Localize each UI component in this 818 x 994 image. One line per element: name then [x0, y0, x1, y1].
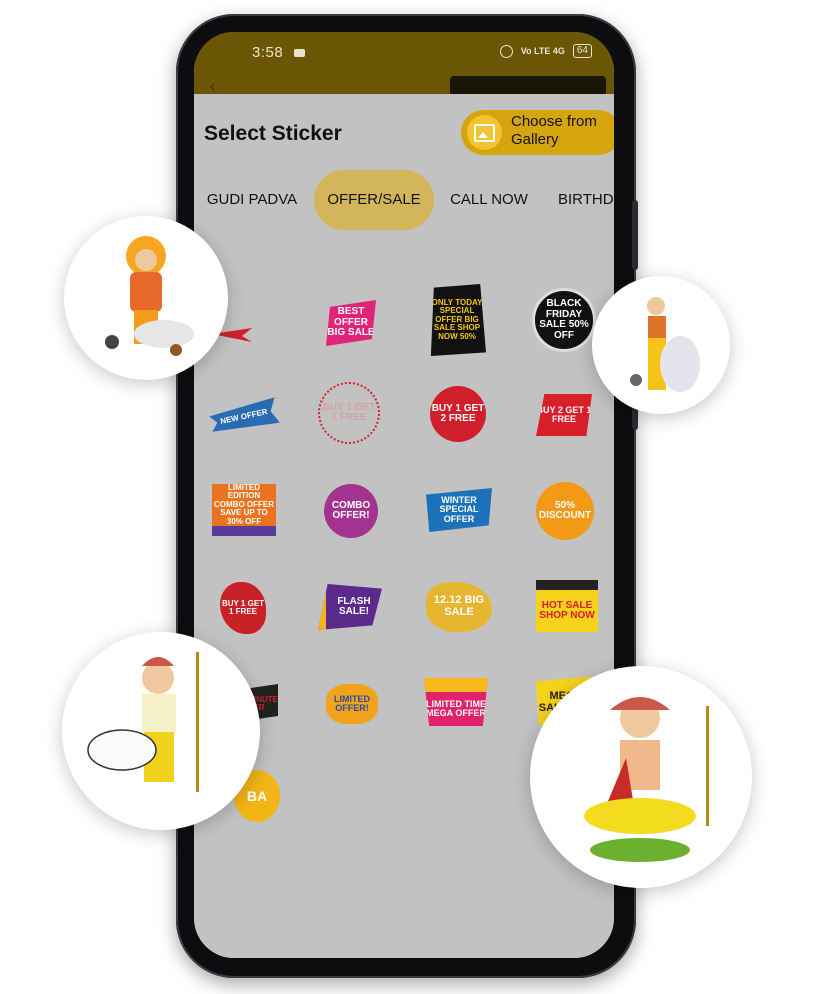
deity-illustration-bubble [62, 632, 260, 830]
choose-from-gallery-button[interactable]: Choose from Gallery [461, 110, 614, 155]
sticker-item[interactable]: 50% DISCOUNT [536, 482, 594, 540]
sticker-item[interactable]: 12.12 BIG SALE [426, 582, 492, 632]
sticker-item[interactable]: LIMITED OFFER! [326, 684, 378, 724]
tab-call-now[interactable]: CALL NOW [448, 170, 530, 230]
sticker-item[interactable]: HOT SALE SHOP NOW [536, 580, 598, 632]
status-bar: 3:58 Vo LTE 4G 64 [194, 32, 614, 76]
tab-gudi-padva[interactable]: GUDI PADVA [204, 170, 300, 230]
video-camera-icon [294, 49, 305, 57]
deity-illustration-bubble [530, 666, 752, 888]
sticker-item[interactable]: BUY 1 GET 2 FREE [430, 386, 486, 442]
gallery-button-label: Choose from Gallery [511, 113, 597, 148]
sheet-title: Select Sticker [204, 122, 342, 145]
tab-offer-sale[interactable]: OFFER/SALE [314, 170, 434, 230]
sticker-item[interactable]: BUY 1 GET 1 FREE [318, 382, 380, 444]
category-tabs: GUDI PADVA OFFER/SALE CALL NOW BIRTHD [194, 170, 614, 230]
sticker-item[interactable]: NEW OFFER [208, 397, 280, 437]
status-time: 3:58 [252, 44, 284, 61]
sticker-item[interactable]: WINTER SPECIAL OFFER [426, 488, 492, 532]
network-indicator: Vo LTE 4G [520, 45, 565, 56]
tab-birthday[interactable]: BIRTHD [558, 170, 614, 230]
sticker-item[interactable]: BLACK FRIDAY SALE 50% OFF [532, 288, 596, 352]
device-brand-mark [388, 952, 424, 958]
app-bar-action[interactable] [450, 76, 606, 96]
sticker-item[interactable]: FLASH SALE! [318, 584, 382, 630]
sticker-item[interactable]: BUY 1 GET 1 FREE [220, 582, 266, 634]
status-icons: Vo LTE 4G 64 [499, 44, 592, 58]
alarm-icon [499, 44, 513, 58]
battery-indicator: 64 [572, 44, 592, 58]
sticker-item[interactable]: ONLY TODAY SPECIAL OFFER BIG SALE SHOP N… [430, 284, 486, 356]
app-bar: ‹ [194, 76, 614, 96]
sticker-item[interactable]: LIMITED EDITION COMBO OFFER SAVE UP TO 3… [212, 483, 276, 536]
sticker-item[interactable]: COMBO OFFER! [324, 484, 378, 538]
sticker-item[interactable]: BUY 2 GET 1 FREE [536, 394, 592, 436]
deity-illustration-bubble [592, 276, 730, 414]
gallery-icon [467, 115, 502, 150]
volume-button [632, 200, 638, 270]
sticker-item[interactable]: LIMITED TIME MEGA OFFER [424, 678, 488, 726]
sticker-item[interactable]: BEST OFFER BIG SALE [326, 300, 376, 346]
deity-illustration-bubble [64, 216, 228, 380]
